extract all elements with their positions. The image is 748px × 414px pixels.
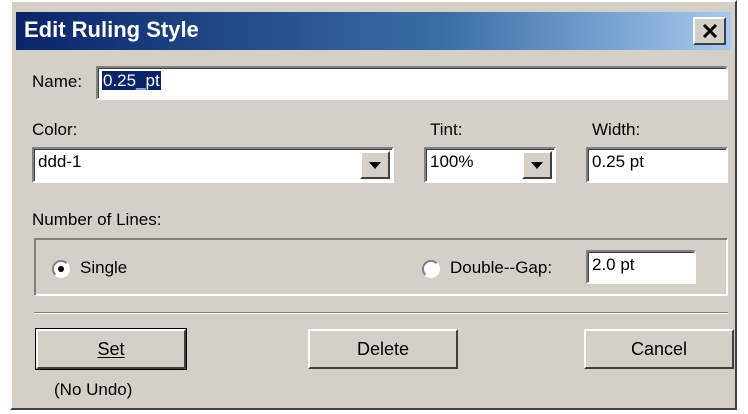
gap-input[interactable]: 2.0 pt bbox=[586, 250, 696, 284]
separator bbox=[34, 312, 728, 314]
lines-label: Number of Lines: bbox=[32, 210, 162, 229]
tint-dropdown-button[interactable] bbox=[522, 151, 552, 179]
double-gap-label: Double--Gap: bbox=[450, 258, 553, 277]
chevron-down-icon bbox=[531, 161, 543, 169]
color-dropdown-button[interactable] bbox=[360, 151, 390, 179]
dialog-window: Edit Ruling Style Name: 0.25_pt Color: d… bbox=[10, 0, 737, 410]
single-radio[interactable] bbox=[52, 260, 70, 278]
color-select[interactable]: ddd-1 bbox=[32, 147, 394, 183]
close-icon bbox=[702, 24, 717, 38]
double-radio[interactable] bbox=[422, 260, 440, 278]
width-label: Width: bbox=[592, 120, 641, 139]
gap-value: 2.0 pt bbox=[592, 255, 635, 274]
width-input[interactable]: 0.25 pt bbox=[586, 147, 728, 183]
name-label: Name: bbox=[32, 72, 83, 91]
single-label: Single bbox=[80, 258, 128, 277]
width-value: 0.25 pt bbox=[592, 152, 644, 171]
tint-select[interactable]: 100% bbox=[424, 147, 556, 183]
color-value: ddd-1 bbox=[38, 152, 82, 171]
window-title: Edit Ruling Style bbox=[24, 17, 199, 42]
name-input[interactable]: 0.25_pt bbox=[96, 66, 728, 100]
name-value: 0.25_pt bbox=[102, 71, 161, 90]
no-undo-note: (No Undo) bbox=[54, 380, 133, 399]
delete-button-label: Delete bbox=[356, 338, 410, 359]
chevron-down-icon bbox=[369, 161, 381, 169]
close-button[interactable] bbox=[693, 17, 726, 45]
cancel-button[interactable]: Cancel bbox=[584, 329, 734, 369]
tint-label: Tint: bbox=[430, 120, 463, 139]
set-button[interactable]: Set bbox=[35, 328, 187, 370]
color-label: Color: bbox=[32, 120, 78, 139]
double-radio-option[interactable]: Double--Gap: bbox=[422, 258, 592, 280]
cancel-button-label: Cancel bbox=[630, 338, 688, 359]
set-button-label: Set bbox=[97, 338, 125, 359]
single-radio-option[interactable]: Single bbox=[52, 258, 172, 280]
delete-button[interactable]: Delete bbox=[308, 329, 458, 369]
tint-value: 100% bbox=[430, 152, 474, 171]
title-bar[interactable]: Edit Ruling Style bbox=[16, 12, 731, 50]
